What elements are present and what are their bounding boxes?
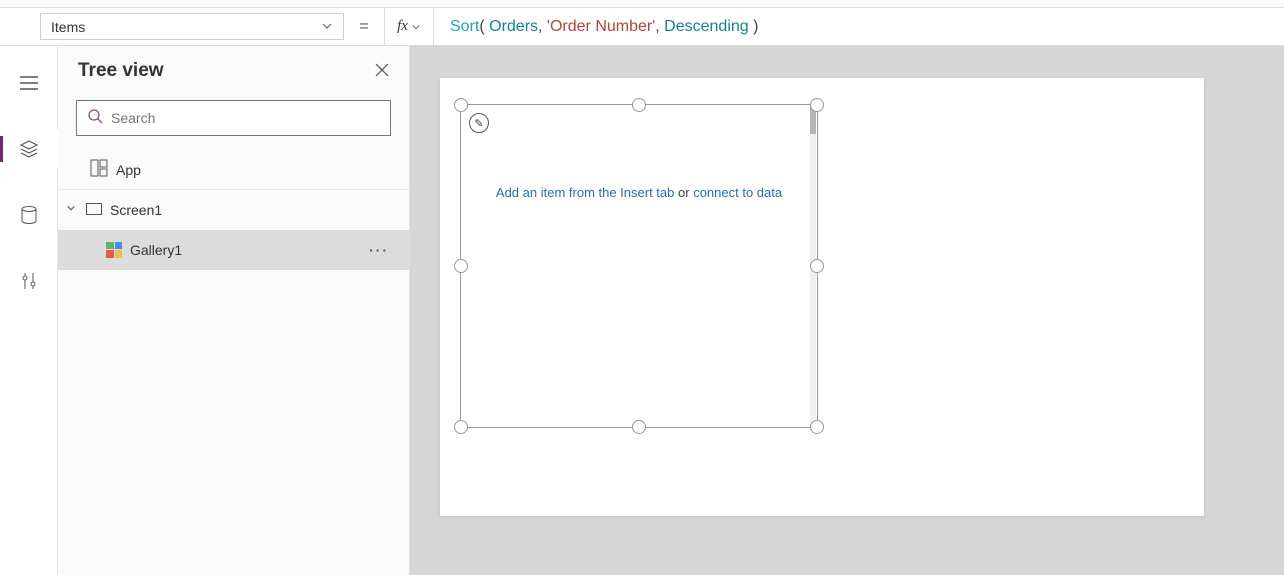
app-icon — [90, 159, 108, 180]
resize-handle[interactable] — [632, 420, 646, 434]
fx-button[interactable]: fx — [384, 8, 434, 45]
layers-icon — [19, 139, 39, 159]
property-dropdown[interactable]: Items — [40, 13, 344, 40]
hamburger-icon — [19, 73, 39, 93]
resize-handle[interactable] — [810, 259, 824, 273]
insert-link[interactable]: Add an item from the Insert tab — [496, 185, 674, 200]
hamburger-menu[interactable] — [0, 64, 58, 102]
close-panel-button[interactable] — [375, 61, 389, 82]
tree-label: App — [116, 162, 141, 178]
fx-icon: fx — [397, 18, 408, 35]
gallery-icon — [106, 242, 122, 258]
database-icon — [19, 205, 39, 225]
sliders-icon — [19, 271, 39, 291]
screen-icon — [86, 202, 102, 218]
tree-label: Gallery1 — [130, 242, 182, 258]
chevron-down-icon — [321, 19, 333, 35]
tree-item-screen[interactable]: Screen1 — [58, 190, 409, 230]
resize-handle[interactable] — [632, 98, 646, 112]
edit-button[interactable]: ✎ — [469, 113, 489, 133]
resize-handle[interactable] — [810, 420, 824, 434]
tree-view-tab[interactable] — [0, 130, 58, 168]
gallery-placeholder: Add an item from the Insert tab or conne… — [461, 185, 817, 200]
resize-handle[interactable] — [810, 98, 824, 112]
screen-canvas[interactable]: ✎ Add an item from the Insert tab or con… — [440, 78, 1204, 516]
tree-item-app[interactable]: App — [58, 150, 409, 190]
resize-handle[interactable] — [454, 98, 468, 112]
left-rail — [0, 46, 58, 575]
tree-item-gallery[interactable]: Gallery1 ··· — [58, 230, 409, 270]
connect-data-link[interactable]: connect to data — [693, 185, 782, 200]
chevron-down-icon — [411, 22, 421, 32]
equals-sign: = — [344, 8, 384, 45]
formula-bar: Items = fx Sort( Orders, 'Order Number',… — [0, 8, 1284, 46]
panel-title: Tree view — [78, 60, 164, 82]
search-field[interactable] — [111, 110, 380, 126]
more-button[interactable]: ··· — [369, 242, 389, 258]
pencil-icon: ✎ — [474, 117, 483, 130]
data-tab[interactable] — [0, 196, 58, 234]
gallery-selection[interactable]: ✎ Add an item from the Insert tab or con… — [460, 104, 818, 428]
advanced-tab[interactable] — [0, 262, 58, 300]
tree-view-panel: Tree view App — [58, 46, 410, 575]
property-dropdown-value: Items — [51, 19, 85, 35]
chevron-down-icon[interactable] — [66, 203, 78, 216]
close-icon — [375, 63, 389, 77]
resize-handle[interactable] — [454, 420, 468, 434]
formula-input[interactable]: Sort( Orders, 'Order Number', Descending… — [434, 8, 1284, 45]
resize-handle[interactable] — [454, 259, 468, 273]
tree-label: Screen1 — [110, 202, 162, 218]
canvas[interactable]: ✎ Add an item from the Insert tab or con… — [410, 46, 1284, 575]
search-icon — [87, 108, 103, 129]
search-input[interactable] — [76, 100, 391, 136]
